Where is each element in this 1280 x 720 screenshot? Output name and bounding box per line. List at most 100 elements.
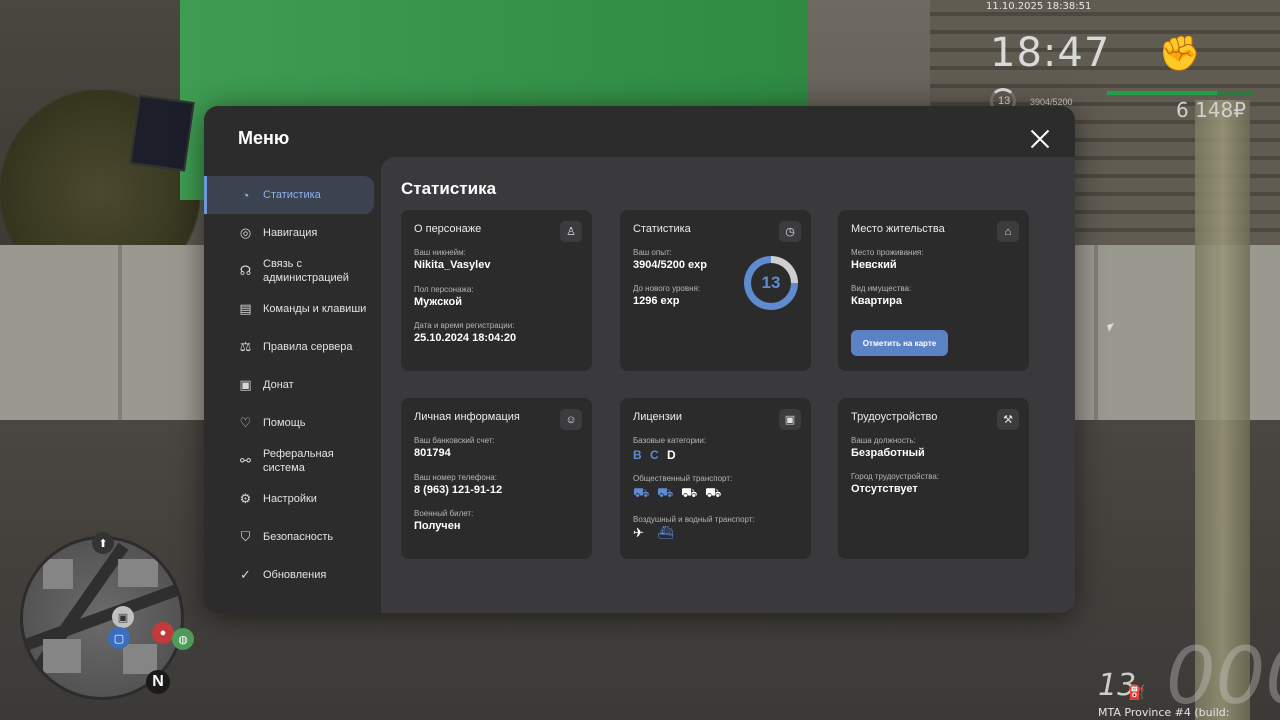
- employment-city-value: Отсутствует: [851, 483, 918, 495]
- network-icon: ⚯: [240, 453, 251, 468]
- registration-label: Дата и время регистрации:: [414, 321, 515, 330]
- card-title: Статистика: [633, 223, 691, 235]
- phone-label: Ваш номер телефона:: [414, 473, 497, 482]
- gender-value: Мужской: [414, 296, 463, 308]
- airplane-icon: ✈: [633, 525, 644, 540]
- menu-sidebar: ◔ Статистика ◎ Навигация ☊ Связь с админ…: [204, 176, 376, 594]
- residence-place-value: Невский: [851, 259, 897, 271]
- sidebar-item-help[interactable]: ♡ Помощь: [204, 404, 376, 442]
- heart-pulse-icon: ♡: [239, 415, 252, 430]
- compass-icon: ◎: [239, 225, 252, 240]
- fuel-icon: ⛽: [1128, 684, 1146, 700]
- fist-weapon-icon: ✊: [1158, 35, 1202, 73]
- content-panel: Статистика О персонаже ♙ Ваш никнейм: Ni…: [381, 157, 1075, 613]
- sidebar-item-commands[interactable]: ▤ Команды и клавиши: [204, 290, 376, 328]
- position-value: Безработный: [851, 447, 925, 459]
- close-icon[interactable]: [1029, 128, 1051, 150]
- bank-account-value: 801794: [414, 447, 451, 459]
- build-info: MTA Province #4 (build: 6.12420.9): [1098, 706, 1230, 720]
- minimap-block: [123, 644, 157, 674]
- card-character: О персонаже ♙ Ваш никнейм: Nikita_Vasyle…: [401, 210, 592, 371]
- exp-value: 3904/5200 exp: [633, 259, 708, 271]
- player-arrow-icon: ⬆: [92, 532, 114, 554]
- card-title: Место жительства: [851, 223, 945, 235]
- card-title: Личная информация: [414, 411, 520, 423]
- mark-on-map-button[interactable]: Отметить на карте: [851, 330, 948, 356]
- sidebar-item-label: Безопасность: [263, 531, 334, 543]
- card-personal-info: Личная информация ☺ Ваш банковский счет:…: [401, 398, 592, 559]
- license-category-d: D: [667, 448, 676, 462]
- check-circle-icon: ✓: [240, 567, 251, 582]
- sidebar-item-label: Статистика: [263, 189, 321, 201]
- utility-pole: [1195, 100, 1250, 720]
- green-marker-icon: ◍: [172, 628, 194, 650]
- card-statistics: Статистика ◷ Ваш опыт: 3904/5200 exp До …: [620, 210, 811, 371]
- bus-stop-icon: ▣: [112, 606, 134, 628]
- military-id-label: Военный билет:: [414, 509, 474, 518]
- red-marker-icon: ●: [152, 622, 174, 644]
- exp-label: Ваш опыт:: [633, 248, 672, 257]
- gender-label: Пол персонажа:: [414, 285, 474, 294]
- id-card-icon: ▣: [779, 409, 801, 430]
- page-title: Статистика: [401, 179, 497, 198]
- sidebar-item-label: Донат: [263, 379, 294, 391]
- hammer-icon: ⚒: [997, 409, 1019, 430]
- boat-icon: ⛴: [657, 525, 674, 540]
- property-type-value: Квартира: [851, 295, 903, 307]
- next-level-value: 1296 exp: [633, 295, 680, 307]
- shield-icon: ⛉: [240, 529, 251, 544]
- employment-city-label: Город трудоустройства:: [851, 472, 940, 481]
- hud-money: 6 148₽: [1176, 98, 1246, 122]
- license-category-b: B: [633, 448, 642, 462]
- sidebar-item-label: Настройки: [263, 493, 317, 505]
- sidebar-item-admin-contact[interactable]: ☊ Связь с администрацией: [204, 252, 376, 290]
- hud-health-bar: [1107, 91, 1253, 95]
- sidebar-item-updates[interactable]: ✓ Обновления: [204, 556, 376, 594]
- sidebar-item-label: Помощь: [263, 417, 306, 429]
- card-employment: Трудоустройство ⚒ Ваша должность: Безраб…: [838, 398, 1029, 559]
- sidebar-item-label: Команды и клавиши: [263, 303, 367, 315]
- sidebar-item-rules[interactable]: ⚖ Правила сервера: [204, 328, 376, 366]
- north-indicator-icon: N: [146, 670, 170, 694]
- bank-account-label: Ваш банковский счет:: [414, 436, 495, 445]
- person-icon: ♙: [560, 221, 582, 242]
- hud-clock: 18:47: [990, 30, 1111, 76]
- next-level-label: До нового уровня:: [633, 284, 701, 293]
- headset-icon: ☊: [239, 263, 252, 278]
- tram-icon: ⛟: [681, 485, 698, 500]
- level-number: 13: [751, 263, 791, 303]
- sidebar-item-settings[interactable]: ⚙ Настройки: [204, 480, 376, 518]
- air-water-transport-label: Воздушный и водный транспорт:: [633, 515, 755, 524]
- card-residence: Место жительства ⌂ Место проживания: Нев…: [838, 210, 1029, 371]
- nickname-label: Ваш никнейм:: [414, 248, 466, 257]
- sidebar-item-label: Навигация: [263, 227, 318, 239]
- train-icon: ⛟: [705, 485, 722, 500]
- menu-modal: Меню ◔ Статистика ◎ Навигация ☊ Связь с …: [204, 106, 1075, 613]
- hud-datetime: 11.10.2025 18:38:51: [986, 1, 1092, 12]
- trolleybus-icon: ⛟: [657, 485, 674, 500]
- bus-icon: ⛟: [633, 485, 650, 500]
- hud-health-bar-fill: [1107, 91, 1217, 95]
- card-title: О персонаже: [414, 223, 482, 235]
- residence-place-label: Место проживания:: [851, 248, 924, 257]
- document-icon: ▤: [239, 301, 252, 316]
- sidebar-item-label: Реферальная система: [263, 448, 334, 474]
- wallet-icon: ▣: [239, 377, 252, 392]
- sidebar-item-label: Правила сервера: [263, 341, 353, 353]
- card-title: Трудоустройство: [851, 411, 938, 423]
- sidebar-item-navigation[interactable]: ◎ Навигация: [204, 214, 376, 252]
- minimap-block: [43, 559, 73, 589]
- sidebar-item-security[interactable]: ⛉ Безопасность: [204, 518, 376, 556]
- license-category-c: C: [650, 448, 659, 462]
- sidebar-item-donate[interactable]: ▣ Донат: [204, 366, 376, 404]
- property-type-label: Вид имущества:: [851, 284, 912, 293]
- phone-value: 8 (963) 121-91-12: [414, 484, 503, 496]
- scales-icon: ⚖: [239, 339, 252, 354]
- card-licenses: Лицензии ▣ Базовые категории: B C D Обще…: [620, 398, 811, 559]
- house-icon: ⌂: [997, 221, 1019, 242]
- sidebar-item-statistics[interactable]: ◔ Статистика: [204, 176, 374, 214]
- minimap-block: [118, 559, 158, 587]
- sidebar-item-referral[interactable]: ⚯ Реферальная система: [204, 442, 376, 480]
- public-transport-label: Общественный транспорт:: [633, 474, 733, 483]
- bus-marker-icon: ▢: [108, 627, 130, 649]
